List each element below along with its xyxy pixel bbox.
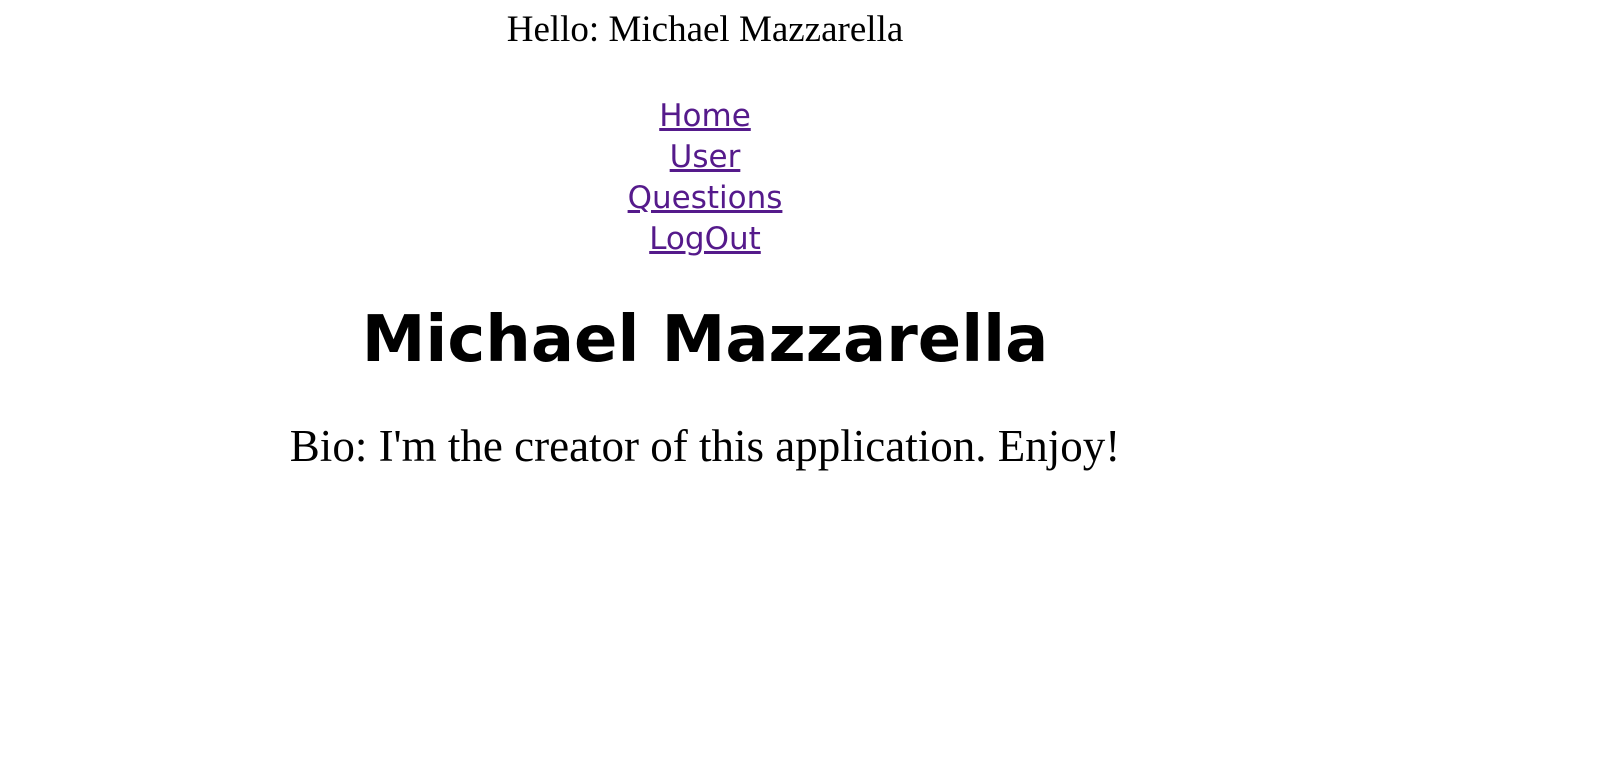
profile-bio: Bio: I'm the creator of this application… — [289, 421, 1121, 471]
nav-home-link[interactable]: Home — [659, 96, 751, 137]
nav-user-link[interactable]: User — [670, 137, 741, 178]
nav-questions-link[interactable]: Questions — [628, 178, 783, 219]
profile-name: Michael Mazzarella — [361, 303, 1049, 377]
page-content: Hello: Michael Mazzarella Home User Ques… — [0, 0, 1410, 474]
nav-logout-link[interactable]: LogOut — [649, 219, 761, 260]
greeting: Hello: Michael Mazzarella — [506, 9, 904, 50]
main-nav: Home User Questions LogOut — [0, 96, 1410, 260]
